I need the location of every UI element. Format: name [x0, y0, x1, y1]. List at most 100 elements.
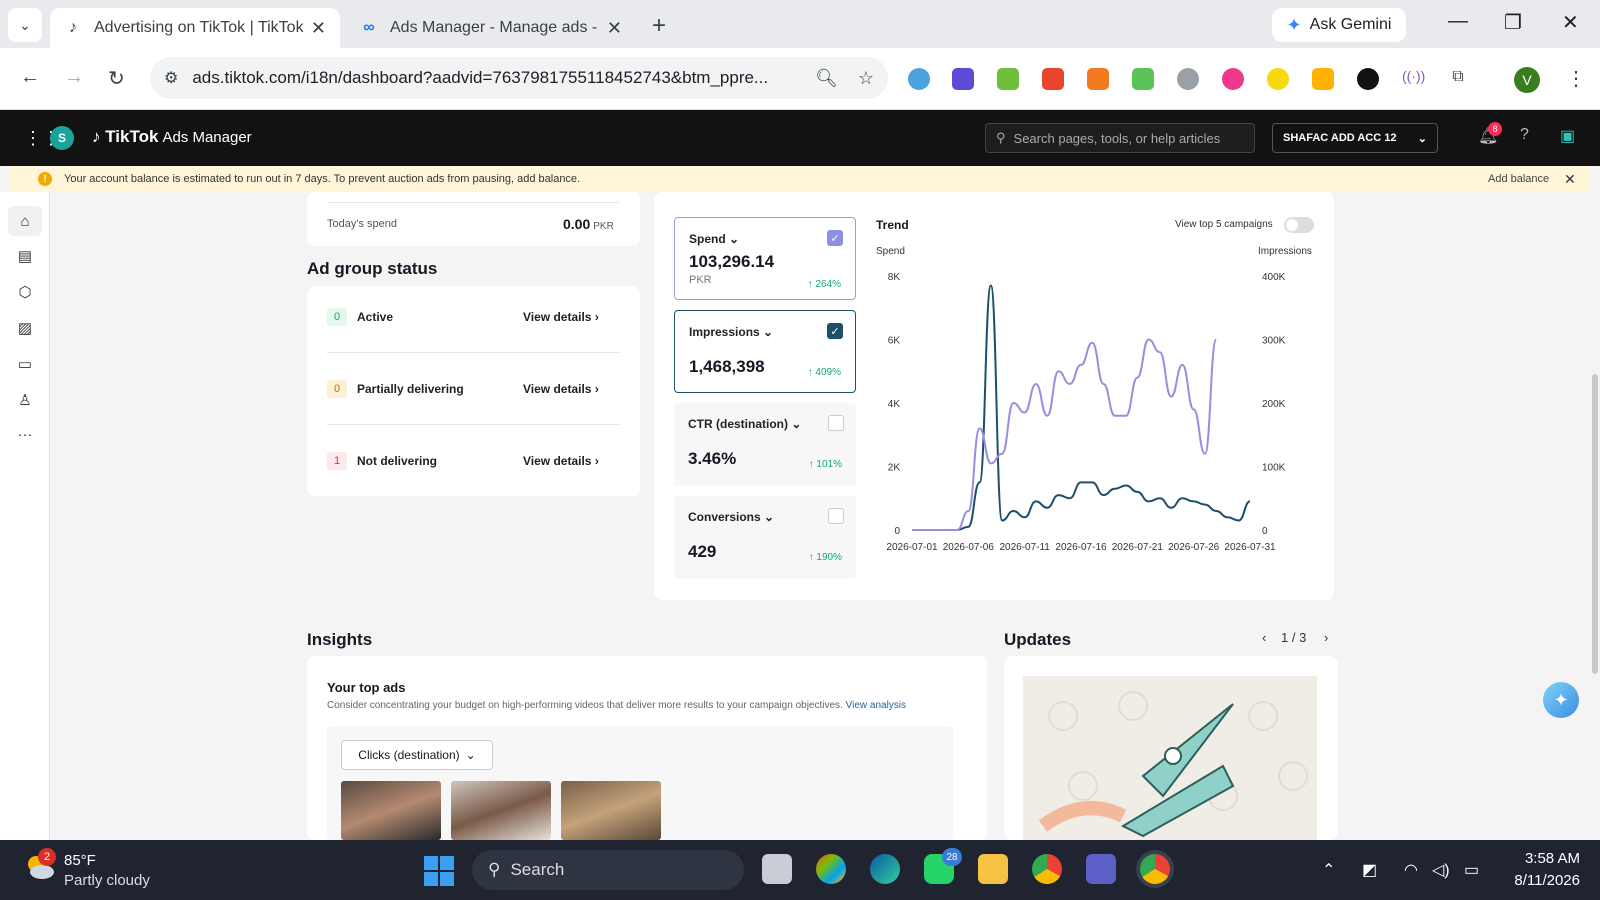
- extension-broadcast-icon[interactable]: ((·)): [1402, 68, 1425, 90]
- next-update-icon[interactable]: ›: [1324, 630, 1328, 645]
- rocket-illustration[interactable]: [1023, 676, 1317, 840]
- x-tick-label: 2026-07-11: [999, 542, 1050, 553]
- extension-grey-icon[interactable]: [1177, 68, 1199, 90]
- tab-search-button[interactable]: ⌄: [8, 8, 42, 42]
- forward-icon[interactable]: →: [64, 66, 84, 89]
- taskbar-search[interactable]: ⚲ Search: [472, 850, 744, 890]
- restore-icon[interactable]: ❐: [1504, 10, 1522, 35]
- tray-chevron-icon[interactable]: ⌃: [1322, 860, 1335, 880]
- tab-ads-manager[interactable]: ∞ Ads Manager - Manage ads - C ✕: [346, 8, 636, 48]
- ad-thumbnail[interactable]: [561, 781, 661, 840]
- extensions-puzzle-icon[interactable]: ⧉: [1447, 68, 1469, 90]
- metric-card-spend[interactable]: Spend ⌄ ✓ 103,296.14 PKR ↑ 264%: [674, 217, 856, 300]
- extension-green-icon[interactable]: [1132, 68, 1154, 90]
- close-tab-icon[interactable]: ✕: [311, 18, 326, 39]
- extension-amazon-icon[interactable]: [1312, 68, 1334, 90]
- teams-icon[interactable]: [1086, 854, 1116, 884]
- tiktok-logo[interactable]: ♪ TikTok Ads Manager: [92, 127, 252, 147]
- metric-card-impressions[interactable]: Impressions ⌄ ✓ 1,468,398 ↑ 409%: [674, 310, 856, 393]
- billing-card-icon[interactable]: ▭: [15, 354, 35, 374]
- add-balance-link[interactable]: Add balance: [1488, 173, 1549, 185]
- extension-tiktok-icon[interactable]: [1357, 68, 1379, 90]
- ad-thumbnail[interactable]: [341, 781, 441, 840]
- extension-download-icon[interactable]: [1042, 68, 1064, 90]
- wifi-icon[interactable]: ◠: [1404, 860, 1418, 880]
- metric-card-ctr[interactable]: CTR (destination) ⌄ 3.46% ↑ 101%: [674, 403, 856, 486]
- view-details-link[interactable]: View details ›: [523, 382, 599, 396]
- task-view-icon[interactable]: [762, 854, 792, 884]
- address-bar[interactable]: ⚙ ads.tiktok.com/i18n/dashboard?aadvid=7…: [150, 57, 888, 99]
- edge-icon[interactable]: [870, 854, 900, 884]
- metric-label[interactable]: Impressions ⌄: [689, 325, 773, 339]
- more-icon[interactable]: ···: [15, 424, 35, 444]
- search-icon: ⚲: [488, 860, 501, 879]
- account-selector[interactable]: SHAFAC ADD ACC 12 ⌄: [1272, 123, 1438, 153]
- campaign-icon[interactable]: ▤: [15, 246, 35, 266]
- tools-cube-icon[interactable]: ⬡: [15, 282, 35, 302]
- top5-toggle[interactable]: [1284, 217, 1314, 233]
- home-icon[interactable]: ⌂: [8, 206, 42, 236]
- battery-icon[interactable]: ▭: [1464, 860, 1479, 880]
- prev-update-icon[interactable]: ‹: [1262, 630, 1266, 645]
- site-info-icon[interactable]: ⚙: [164, 68, 178, 88]
- metric-checkbox[interactable]: [828, 508, 844, 524]
- back-icon[interactable]: ←: [20, 66, 40, 89]
- extension-snapchat-icon[interactable]: [1267, 68, 1289, 90]
- metric-label[interactable]: CTR (destination) ⌄: [688, 417, 801, 431]
- new-tab-button[interactable]: +: [652, 12, 666, 40]
- extension-pink-icon[interactable]: [1222, 68, 1244, 90]
- close-alert-icon[interactable]: ✕: [1564, 171, 1576, 188]
- user-avatar[interactable]: S: [50, 126, 74, 150]
- chrome-profile-icon[interactable]: [1140, 854, 1170, 884]
- metric-card-conversions[interactable]: Conversions ⌄ 429 ↑ 190%: [674, 496, 856, 579]
- extension-dollar-icon[interactable]: [997, 68, 1019, 90]
- extension-purple-icon[interactable]: [952, 68, 974, 90]
- volume-icon[interactable]: ◁): [1432, 860, 1450, 880]
- tab-tiktok-advertising[interactable]: ♪ Advertising on TikTok | TikTok A ✕: [50, 8, 340, 48]
- account-user-icon[interactable]: ♙: [15, 390, 35, 410]
- metric-label[interactable]: Conversions ⌄: [688, 510, 774, 524]
- metric-checkbox[interactable]: [828, 415, 844, 431]
- windows-start-icon[interactable]: [424, 856, 454, 886]
- view-details-link[interactable]: View details ›: [523, 310, 599, 324]
- copilot-icon[interactable]: [816, 854, 846, 884]
- close-tab-icon[interactable]: ✕: [607, 18, 622, 39]
- status-row-not-delivering: 1 Not delivering View details ›: [327, 440, 619, 480]
- close-window-icon[interactable]: ✕: [1562, 10, 1579, 35]
- x-tick-label: 2026-07-21: [1112, 542, 1164, 553]
- meta-favicon-icon: ∞: [363, 19, 375, 36]
- metric-delta: ↑ 190%: [808, 552, 842, 563]
- metric-label[interactable]: Spend ⌄: [689, 232, 739, 246]
- chrome-icon[interactable]: [1032, 854, 1062, 884]
- ask-gemini-button[interactable]: ✦ Ask Gemini: [1272, 8, 1406, 42]
- tray-app-icon[interactable]: ◩: [1362, 860, 1377, 880]
- extension-orange-icon[interactable]: [1087, 68, 1109, 90]
- view-analysis-link[interactable]: View analysis: [846, 700, 906, 711]
- header-search[interactable]: ⚲ Search pages, tools, or help articles: [985, 123, 1255, 153]
- minimize-icon[interactable]: —: [1448, 10, 1468, 33]
- profile-avatar[interactable]: V: [1514, 67, 1540, 93]
- metric-checkbox[interactable]: ✓: [827, 323, 843, 339]
- weather-condition: Partly cloudy: [64, 872, 150, 889]
- view-details-link[interactable]: View details ›: [523, 454, 599, 468]
- clock-time[interactable]: 3:58 AM: [1500, 850, 1580, 867]
- reload-icon[interactable]: ↻: [108, 66, 125, 91]
- url-text[interactable]: ads.tiktok.com/i18n/dashboard?aadvid=763…: [192, 68, 795, 88]
- chevron-right-icon: ›: [594, 382, 599, 396]
- file-explorer-icon[interactable]: [978, 854, 1008, 884]
- zoom-icon[interactable]: 🔍︎: [815, 68, 838, 89]
- ad-thumbnail[interactable]: [451, 781, 551, 840]
- metric-checkbox[interactable]: ✓: [827, 230, 843, 246]
- assistant-icon[interactable]: ▣: [1560, 126, 1575, 146]
- metric-dropdown[interactable]: Clicks (destination) ⌄: [341, 740, 493, 770]
- reports-icon[interactable]: ▨: [15, 318, 35, 338]
- menu-dots-icon[interactable]: ⋮: [1566, 66, 1586, 91]
- clock-date[interactable]: 8/11/2026: [1490, 872, 1580, 889]
- metric-label-text: Conversions: [688, 510, 761, 524]
- help-icon[interactable]: ?: [1520, 126, 1529, 144]
- updates-card: [1004, 656, 1338, 840]
- page-scrollbar[interactable]: [1592, 374, 1598, 674]
- ai-assistant-float-button[interactable]: ✦: [1543, 682, 1579, 718]
- extension-lens-icon[interactable]: [908, 68, 930, 90]
- bookmark-star-icon[interactable]: ☆: [858, 68, 874, 89]
